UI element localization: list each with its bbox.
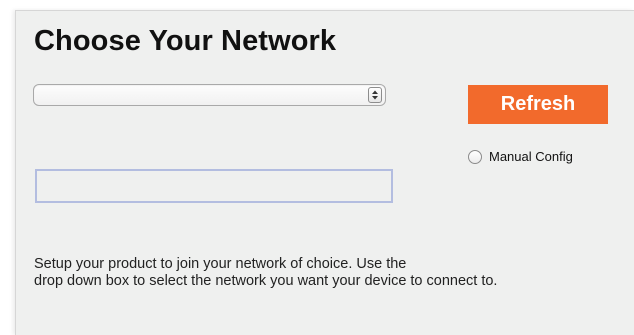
manual-config-label: Manual Config [489,149,573,164]
network-name-input[interactable] [35,169,393,203]
refresh-button[interactable]: Refresh [468,85,608,124]
network-panel: Choose Your Network Refresh Manual Confi… [15,10,634,335]
up-down-arrows-icon [368,87,382,103]
network-select[interactable] [33,84,386,106]
instructions-line-1: Setup your product to join your network … [34,256,407,272]
instructions-text: Setup your product to join your network … [34,256,614,290]
radio-button-icon[interactable] [468,149,482,164]
instructions-line-2: drop down box to select the network you … [34,273,498,289]
manual-config-option[interactable]: Manual Config [468,149,573,164]
page-title: Choose Your Network [34,25,337,57]
